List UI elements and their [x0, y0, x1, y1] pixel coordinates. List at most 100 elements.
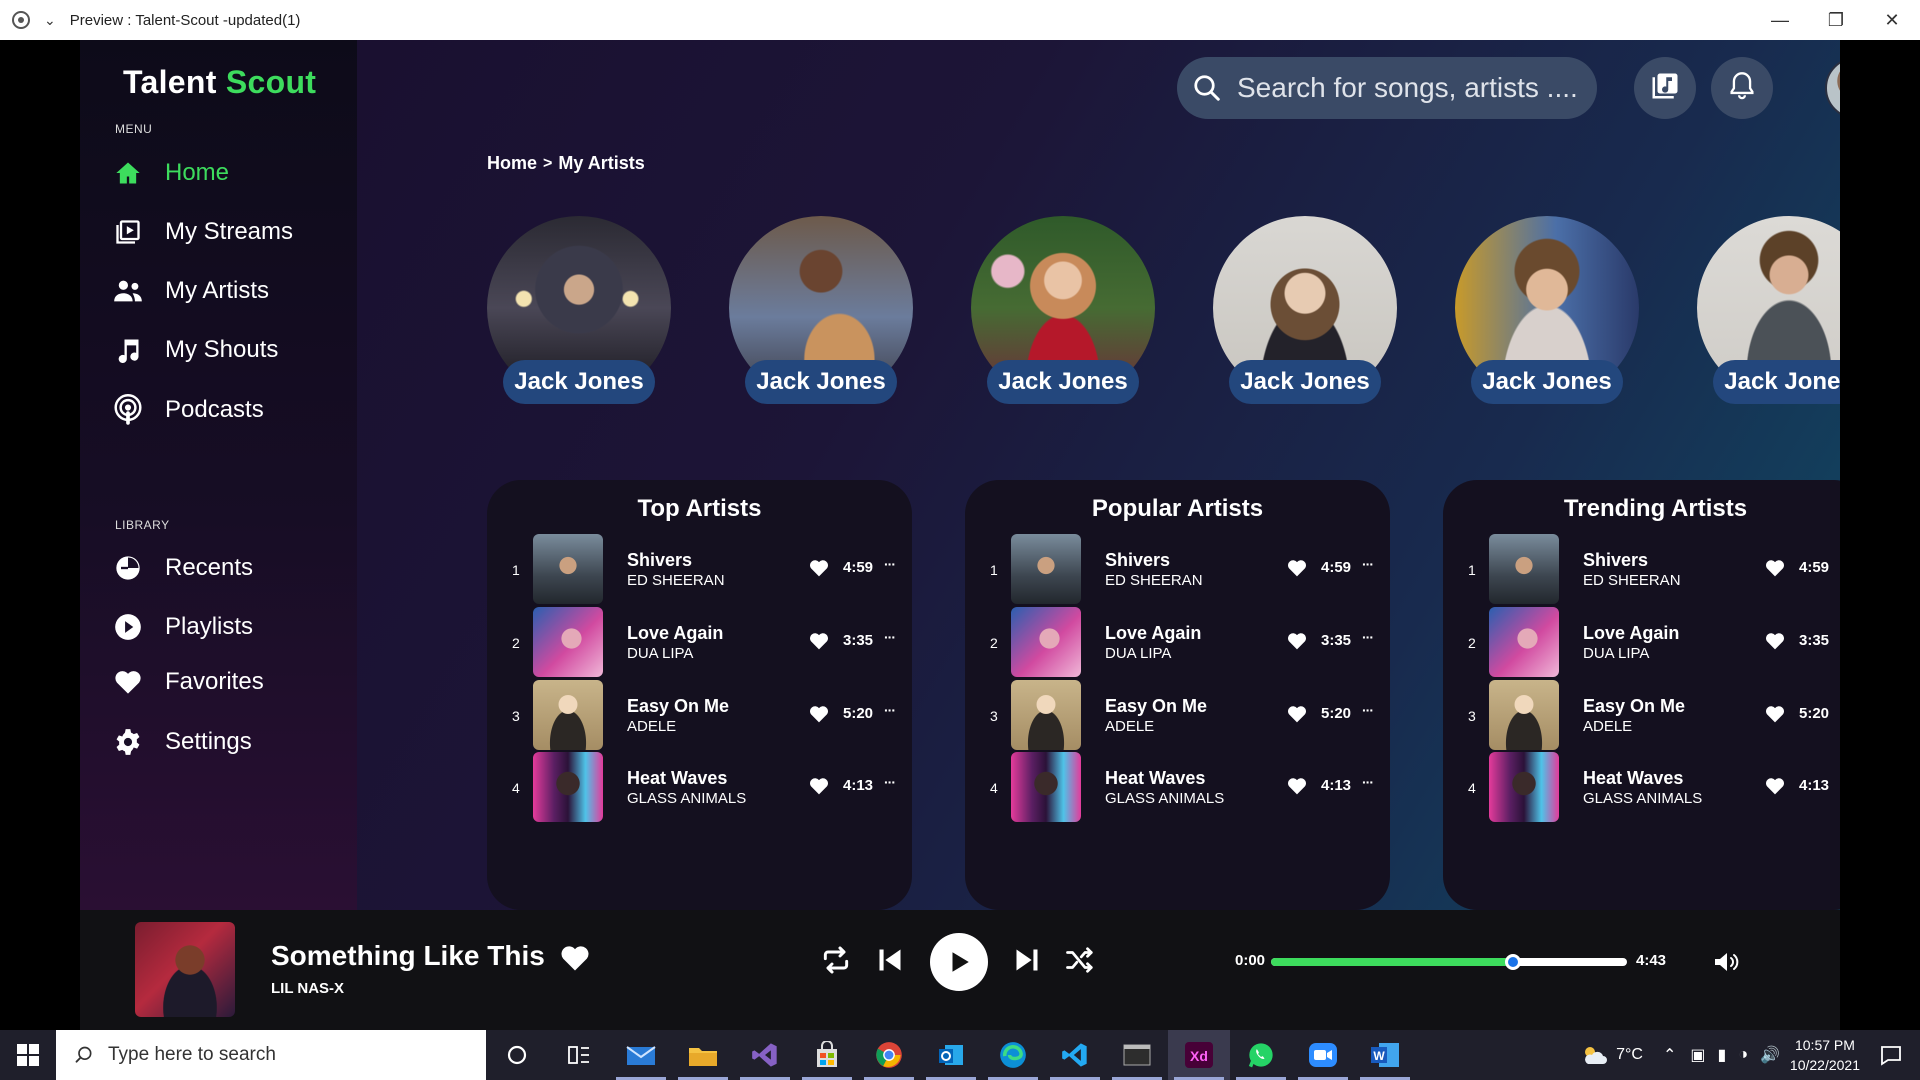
weather-cloud-icon[interactable]: [1580, 1044, 1608, 1066]
app-logo[interactable]: Talent Scout: [123, 64, 316, 101]
battery-icon[interactable]: ▮: [1718, 1045, 1727, 1065]
weather-temp[interactable]: 7°C: [1616, 1046, 1643, 1064]
list-item[interactable]: 3 Easy On Me ADELE 5:20 ···: [487, 680, 912, 752]
minimize-button[interactable]: —: [1752, 0, 1808, 40]
progress-knob[interactable]: [1505, 954, 1522, 970]
list-item[interactable]: 4 Heat Waves GLASS ANIMALS 4:13 ···: [487, 752, 912, 824]
heart-icon[interactable]: [1765, 558, 1785, 578]
whatsapp-icon[interactable]: [1230, 1030, 1292, 1080]
search-bar[interactable]: [1177, 57, 1597, 119]
play-button[interactable]: [930, 933, 988, 991]
artist-card[interactable]: Jack Jones: [487, 216, 671, 406]
heart-icon[interactable]: [1287, 704, 1307, 724]
music-library-button[interactable]: [1634, 57, 1696, 119]
home-icon: [113, 158, 143, 188]
record-icon[interactable]: [12, 11, 30, 29]
terminal-icon[interactable]: [1106, 1030, 1168, 1080]
list-item[interactable]: 4 Heat Waves GLASS ANIMALS 4:13 ···: [965, 752, 1390, 824]
more-options-icon[interactable]: ···: [1362, 556, 1374, 572]
list-item[interactable]: 3 Easy On Me ADELE 5:20 ···: [965, 680, 1390, 752]
clock-date: 10/22/2021: [1789, 1057, 1860, 1073]
more-options-icon[interactable]: ···: [1362, 629, 1374, 645]
list-item[interactable]: 4 Heat Waves GLASS ANIMALS 4:13 ···: [1443, 752, 1840, 824]
artist-card[interactable]: Jack Jones: [971, 216, 1155, 406]
list-item[interactable]: 1 Shivers ED SHEERAN 4:59 ···: [1443, 534, 1840, 606]
zoom-icon[interactable]: [1292, 1030, 1354, 1080]
list-item[interactable]: 1 Shivers ED SHEERAN 4:59 ···: [965, 534, 1390, 606]
taskbar-clock[interactable]: 10:57 PM 10/22/2021: [1790, 1035, 1860, 1075]
more-options-icon[interactable]: ···: [884, 774, 896, 790]
breadcrumb-home[interactable]: Home: [487, 153, 537, 174]
sidebar-item-my-shouts[interactable]: My Shouts: [113, 330, 278, 370]
more-options-icon[interactable]: ···: [884, 629, 896, 645]
track-art: [533, 680, 603, 750]
sidebar-item-favorites[interactable]: Favorites: [113, 662, 264, 702]
repeat-button[interactable]: [816, 940, 856, 980]
heart-icon[interactable]: [1765, 776, 1785, 796]
taskbar-search[interactable]: Type here to search: [56, 1030, 486, 1080]
list-item[interactable]: 2 Love Again DUA LIPA 3:35 ···: [965, 607, 1390, 679]
cortana-icon[interactable]: [486, 1030, 548, 1080]
start-button[interactable]: [0, 1030, 56, 1080]
artist-card[interactable]: Jack Jones: [729, 216, 913, 406]
heart-icon[interactable]: [809, 704, 829, 724]
volume-icon[interactable]: [1712, 950, 1740, 974]
heart-icon[interactable]: [1287, 631, 1307, 651]
heart-icon[interactable]: [1765, 631, 1785, 651]
store-icon[interactable]: [796, 1030, 858, 1080]
next-button[interactable]: [1007, 940, 1047, 980]
sidebar-item-my-streams[interactable]: My Streams: [113, 212, 293, 252]
speaker-icon[interactable]: 🔊: [1760, 1045, 1780, 1065]
heart-icon[interactable]: [809, 776, 829, 796]
vscode-icon[interactable]: [1044, 1030, 1106, 1080]
word-icon[interactable]: W: [1354, 1030, 1416, 1080]
track-duration: 5:20: [843, 705, 874, 722]
heart-icon[interactable]: [1287, 776, 1307, 796]
more-options-icon[interactable]: ···: [1362, 702, 1374, 718]
track-rank: 3: [512, 708, 520, 724]
restore-button[interactable]: ❐: [1808, 0, 1864, 40]
close-button[interactable]: ✕: [1864, 0, 1920, 40]
chevron-down-icon[interactable]: ⌄: [44, 12, 56, 29]
artist-card[interactable]: Jack Jones: [1455, 216, 1639, 406]
mail-icon[interactable]: [610, 1030, 672, 1080]
more-options-icon[interactable]: ···: [884, 702, 896, 718]
visual-studio-icon[interactable]: [734, 1030, 796, 1080]
heart-icon[interactable]: [1765, 704, 1785, 724]
sidebar-item-recents[interactable]: Recents: [113, 548, 253, 588]
list-item[interactable]: 3 Easy On Me ADELE 5:20 ···: [1443, 680, 1840, 752]
progress-slider[interactable]: [1271, 954, 1627, 970]
wifi-icon[interactable]: ◑: [1738, 1046, 1748, 1064]
outlook-icon[interactable]: [920, 1030, 982, 1080]
search-input[interactable]: [1237, 72, 1577, 104]
artist-card[interactable]: Jack Jones: [1213, 216, 1397, 406]
sidebar-item-home[interactable]: Home: [113, 153, 229, 193]
meet-now-icon[interactable]: ▣: [1690, 1045, 1705, 1065]
chevron-up-icon[interactable]: ⌃: [1663, 1045, 1676, 1065]
sidebar-item-settings[interactable]: Settings: [113, 722, 252, 762]
heart-icon[interactable]: [809, 558, 829, 578]
adobe-xd-icon[interactable]: Xd: [1168, 1030, 1230, 1080]
artist-card[interactable]: Jack Jones: [1697, 216, 1840, 406]
more-options-icon[interactable]: ···: [884, 556, 896, 572]
notifications-button[interactable]: [1711, 57, 1773, 119]
heart-icon[interactable]: [1287, 558, 1307, 578]
heart-icon[interactable]: [809, 631, 829, 651]
list-item[interactable]: 2 Love Again DUA LIPA 3:35 ···: [487, 607, 912, 679]
list-item[interactable]: 2 Love Again DUA LIPA 3:35 ···: [1443, 607, 1840, 679]
like-heart-icon[interactable]: [560, 943, 590, 973]
shuffle-button[interactable]: [1060, 940, 1100, 980]
more-options-icon[interactable]: ···: [1362, 774, 1374, 790]
window-titlebar: ⌄ Preview : Talent-Scout -updated(1) — ❐…: [0, 0, 1920, 40]
file-explorer-icon[interactable]: [672, 1030, 734, 1080]
chrome-icon[interactable]: [858, 1030, 920, 1080]
sidebar-item-playlists[interactable]: Playlists: [113, 607, 253, 647]
notification-center-icon[interactable]: [1880, 1044, 1902, 1066]
task-view-icon[interactable]: [548, 1030, 610, 1080]
sidebar-item-my-artists[interactable]: My Artists: [113, 271, 269, 311]
previous-button[interactable]: [870, 940, 910, 980]
edge-icon[interactable]: [982, 1030, 1044, 1080]
list-item[interactable]: 1 Shivers ED SHEERAN 4:59 ···: [487, 534, 912, 606]
user-avatar[interactable]: [1825, 57, 1840, 119]
sidebar-item-podcasts[interactable]: Podcasts: [113, 390, 264, 430]
